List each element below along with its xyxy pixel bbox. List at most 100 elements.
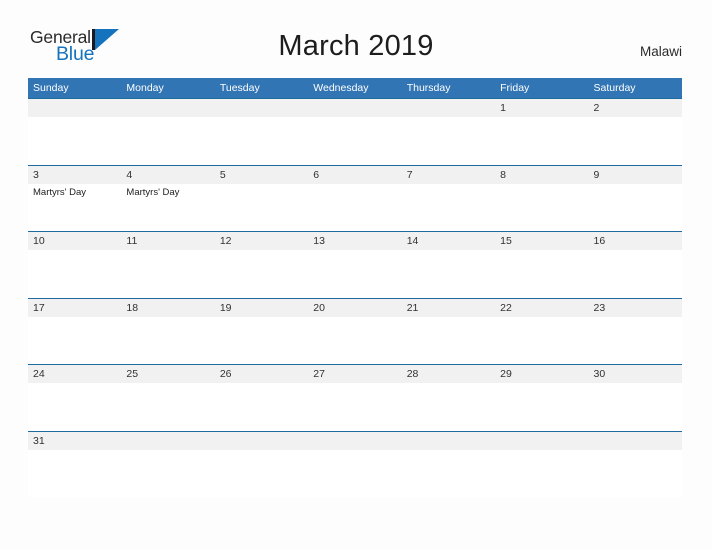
day-number-8[interactable]: 8 <box>495 166 588 184</box>
day-number-29[interactable]: 29 <box>495 365 588 383</box>
weekday-header-thursday: Thursday <box>406 82 451 94</box>
day-cell-9[interactable] <box>589 184 682 231</box>
day-number-15[interactable]: 15 <box>495 232 588 250</box>
day-number-5[interactable]: 5 <box>215 166 308 184</box>
day-number-18[interactable]: 18 <box>121 299 214 317</box>
week-event-band <box>28 383 682 430</box>
day-cell-3[interactable]: Martyrs' Day <box>28 184 121 231</box>
day-number-4[interactable]: 4 <box>121 166 214 184</box>
day-cell-21[interactable] <box>402 317 495 364</box>
day-cell-13[interactable] <box>308 250 401 297</box>
day-cell-empty <box>215 450 308 497</box>
day-number-23[interactable]: 23 <box>589 299 682 317</box>
day-cell-18[interactable] <box>121 317 214 364</box>
day-number-2[interactable]: 2 <box>589 99 682 117</box>
week-date-band: 24 25 26 27 28 29 30 <box>28 365 682 383</box>
day-cell-31[interactable] <box>28 450 121 497</box>
calendar-week-row: 12 <box>28 98 682 165</box>
day-number-7[interactable]: 7 <box>402 166 495 184</box>
day-cell-24[interactable] <box>28 383 121 430</box>
day-cell-15[interactable] <box>495 250 588 297</box>
calendar-week-row: 10 11 12 13 14 15 16 <box>28 231 682 298</box>
day-cell-25[interactable] <box>121 383 214 430</box>
day-number-25[interactable]: 25 <box>121 365 214 383</box>
day-cell-11[interactable] <box>121 250 214 297</box>
day-number-empty <box>121 99 214 117</box>
week-date-band: 3456789 <box>28 165 682 184</box>
day-number-3[interactable]: 3 <box>28 166 121 184</box>
day-cell-6[interactable] <box>308 184 401 231</box>
calendar-week-row: 3 4 5 6 7 8 9 Martyrs' Day Martyrs' Day <box>28 164 682 231</box>
week-date-band: 10 11 12 13 14 15 16 <box>28 232 682 250</box>
day-number-empty <box>589 432 682 450</box>
page-title: March 2019 <box>278 30 434 62</box>
day-number-22[interactable]: 22 <box>495 299 588 317</box>
day-number-11[interactable]: 11 <box>121 232 214 250</box>
day-number-14[interactable]: 14 <box>402 232 495 250</box>
day-cell-5[interactable] <box>215 184 308 231</box>
weekday-header-wednesday: Wednesday <box>313 82 369 94</box>
day-cell-1[interactable] <box>495 117 588 164</box>
week-event-band: Martyrs' Day Martyrs' Day <box>28 183 682 231</box>
day-cell-19[interactable] <box>215 317 308 364</box>
calendar-weeks: 1 2 3 4 5 6 7 8 9 Martyrs' Day Martyrs' Day 10 11 12 1… <box>28 98 682 497</box>
day-cell-empty <box>402 450 495 497</box>
day-cell-14[interactable] <box>402 250 495 297</box>
day-cell-empty <box>121 450 214 497</box>
day-cell-2[interactable] <box>589 117 682 164</box>
country-label: Malawi <box>639 44 682 59</box>
day-number-empty <box>28 99 121 117</box>
day-cell-empty <box>495 450 588 497</box>
day-cell-empty <box>589 450 682 497</box>
day-number-16[interactable]: 16 <box>589 232 682 250</box>
day-number-31[interactable]: 31 <box>28 432 121 450</box>
day-cell-empty <box>308 117 401 164</box>
day-cell-27[interactable] <box>308 383 401 430</box>
day-cell-empty <box>121 117 214 164</box>
day-cell-28[interactable] <box>402 383 495 430</box>
page-header: General Blue March 2019 Malawi <box>0 0 712 76</box>
day-cell-30[interactable] <box>589 383 682 430</box>
day-cell-17[interactable] <box>28 317 121 364</box>
day-cell-7[interactable] <box>402 184 495 231</box>
day-number-21[interactable]: 21 <box>402 299 495 317</box>
week-event-band <box>28 250 682 297</box>
day-number-20[interactable]: 20 <box>308 299 401 317</box>
week-event-band <box>28 449 682 497</box>
day-cell-4[interactable]: Martyrs' Day <box>121 184 214 231</box>
day-number-30[interactable]: 30 <box>589 365 682 383</box>
day-number-17[interactable]: 17 <box>28 299 121 317</box>
day-cell-23[interactable] <box>589 317 682 364</box>
day-cell-29[interactable] <box>495 383 588 430</box>
day-cell-22[interactable] <box>495 317 588 364</box>
day-cell-26[interactable] <box>215 383 308 430</box>
day-number-1[interactable]: 1 <box>495 99 588 117</box>
day-cell-empty <box>215 117 308 164</box>
day-cell-12[interactable] <box>215 250 308 297</box>
day-cell-20[interactable] <box>308 317 401 364</box>
day-number-empty <box>402 432 495 450</box>
day-number-26[interactable]: 26 <box>215 365 308 383</box>
day-cell-8[interactable] <box>495 184 588 231</box>
day-number-10[interactable]: 10 <box>28 232 121 250</box>
day-number-19[interactable]: 19 <box>215 299 308 317</box>
week-event-band <box>28 117 682 164</box>
day-number-12[interactable]: 12 <box>215 232 308 250</box>
day-cell-empty <box>308 450 401 497</box>
calendar-week-row: 24 25 26 27 28 29 30 <box>28 364 682 431</box>
week-date-band: 12 <box>28 99 682 117</box>
day-cell-10[interactable] <box>28 250 121 297</box>
day-number-27[interactable]: 27 <box>308 365 401 383</box>
day-number-empty <box>402 99 495 117</box>
calendar-page: General Blue March 2019 Malawi Sunday Mon… <box>0 0 712 550</box>
day-number-9[interactable]: 9 <box>589 166 682 184</box>
day-number-28[interactable]: 28 <box>402 365 495 383</box>
weekday-header-saturday: Saturday <box>593 82 636 94</box>
day-cell-16[interactable] <box>589 250 682 297</box>
day-number-empty <box>215 432 308 450</box>
holiday-label: Martyrs' Day <box>33 186 87 198</box>
calendar-week-row: 31 <box>28 430 682 497</box>
day-number-13[interactable]: 13 <box>308 232 401 250</box>
day-number-24[interactable]: 24 <box>28 365 121 383</box>
day-number-6[interactable]: 6 <box>308 166 401 184</box>
